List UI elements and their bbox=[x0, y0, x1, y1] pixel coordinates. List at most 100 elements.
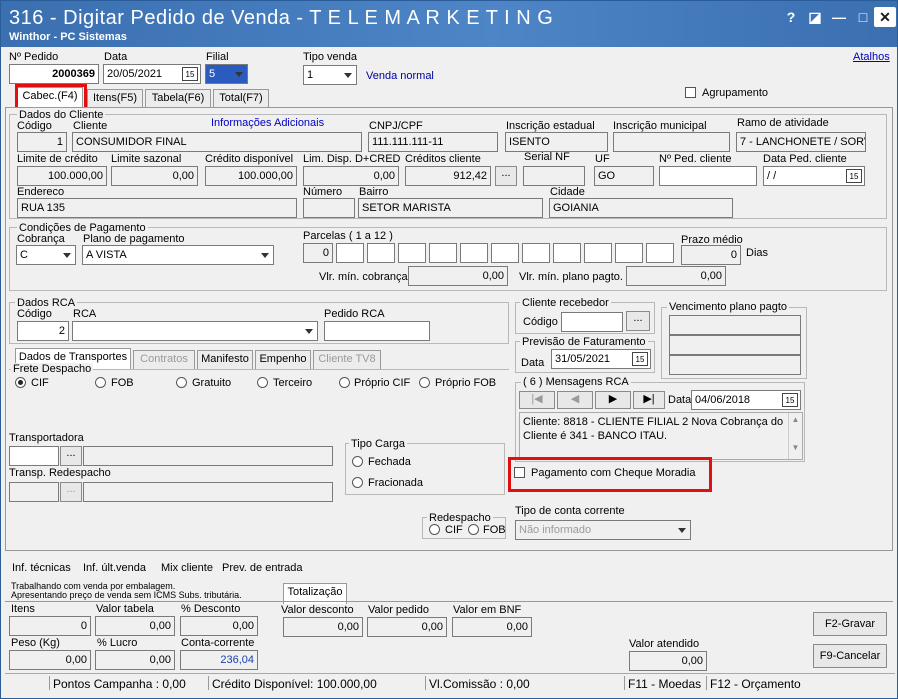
nav-next-button[interactable]: ▶ bbox=[595, 391, 631, 409]
maximize-icon[interactable]: □ bbox=[852, 7, 874, 27]
vlrtab-field[interactable]: 0,00 bbox=[95, 616, 175, 636]
rca-codigo-field[interactable]: 2 bbox=[17, 321, 69, 341]
sazonal-field[interactable]: 0,00 bbox=[111, 166, 198, 186]
calendar-icon[interactable]: 15 bbox=[846, 169, 862, 183]
prazo-field[interactable]: 0 bbox=[681, 245, 741, 265]
itens-field[interactable]: 0 bbox=[9, 616, 91, 636]
parcela-7-field[interactable] bbox=[491, 243, 519, 263]
bairro-field[interactable]: SETOR MARISTA bbox=[358, 198, 543, 218]
recebedor-lookup-button[interactable]: ... bbox=[626, 311, 650, 331]
restore-icon[interactable]: ◪ bbox=[804, 7, 826, 27]
nf-field[interactable] bbox=[523, 166, 585, 186]
creditos-lookup-button[interactable]: ... bbox=[495, 166, 517, 186]
close-icon[interactable]: ✕ bbox=[874, 7, 896, 27]
vlr-plano-field[interactable]: 0,00 bbox=[626, 266, 726, 286]
gravar-button[interactable]: F2-Gravar bbox=[813, 612, 887, 636]
vencimento-field-2[interactable] bbox=[669, 335, 801, 355]
btab-mix-cliente[interactable]: Mix cliente bbox=[161, 562, 213, 574]
info-adicionais-link[interactable]: Informações Adicionais bbox=[211, 117, 324, 129]
limite-field[interactable]: 100.000,00 bbox=[17, 166, 107, 186]
transportadora-lookup-button[interactable]: ... bbox=[60, 446, 82, 466]
carga-fracionada-radio[interactable] bbox=[352, 477, 363, 488]
parcela-4-field[interactable] bbox=[398, 243, 426, 263]
transportadora-nome-field[interactable] bbox=[83, 446, 333, 466]
atalhos-link[interactable]: Atalhos bbox=[853, 51, 890, 63]
ie-field[interactable]: ISENTO bbox=[505, 132, 608, 152]
tipo-venda-select[interactable]: 1 bbox=[303, 65, 357, 85]
endereco-field[interactable]: RUA 135 bbox=[17, 198, 297, 218]
parcela-11-field[interactable] bbox=[615, 243, 643, 263]
cobranca-select[interactable]: C bbox=[16, 245, 76, 265]
nav-first-button[interactable]: |◀ bbox=[519, 391, 555, 409]
parcela-1-field[interactable]: 0 bbox=[303, 243, 333, 263]
cnpj-field[interactable]: 111.111.111-11 bbox=[368, 132, 498, 152]
peso-field[interactable]: 0,00 bbox=[9, 650, 91, 670]
vencimento-field-3[interactable] bbox=[669, 355, 801, 375]
help-icon[interactable]: ? bbox=[780, 7, 802, 27]
nav-last-button[interactable]: ▶| bbox=[633, 391, 665, 409]
vencimento-field-1[interactable] bbox=[669, 315, 801, 335]
vlrdesc-field[interactable]: 0,00 bbox=[283, 617, 363, 637]
tab-tabela[interactable]: Tabela(F6) bbox=[145, 89, 211, 108]
calendar-icon[interactable]: 15 bbox=[632, 352, 648, 366]
im-field[interactable] bbox=[613, 132, 730, 152]
parcela-9-field[interactable] bbox=[553, 243, 581, 263]
parcela-10-field[interactable] bbox=[584, 243, 612, 263]
vlrped-field[interactable]: 0,00 bbox=[367, 617, 447, 637]
conta-select[interactable]: Não informado bbox=[515, 520, 691, 540]
parcela-8-field[interactable] bbox=[522, 243, 550, 263]
tab-itens[interactable]: Itens(F5) bbox=[87, 89, 143, 108]
redespacho-lookup-button[interactable]: ... bbox=[60, 482, 82, 502]
parcela-3-field[interactable] bbox=[367, 243, 395, 263]
carga-fechada-radio[interactable] bbox=[352, 456, 363, 467]
frete-gratuito-radio[interactable] bbox=[176, 377, 187, 388]
cliente-codigo-field[interactable]: 1 bbox=[17, 132, 67, 152]
transportadora-codigo-field[interactable] bbox=[9, 446, 59, 466]
redespacho-nome-field[interactable] bbox=[83, 482, 333, 502]
subtab-empenho[interactable]: Empenho bbox=[255, 350, 311, 369]
lucro-field[interactable]: 0,00 bbox=[95, 650, 175, 670]
frete-terceiro-radio[interactable] bbox=[257, 377, 268, 388]
agrupamento-checkbox[interactable] bbox=[685, 87, 696, 98]
filial-select[interactable]: 5 bbox=[205, 64, 248, 84]
redesp-fob-radio[interactable] bbox=[468, 524, 479, 535]
recebedor-codigo-field[interactable] bbox=[561, 312, 623, 332]
parcela-12-field[interactable] bbox=[646, 243, 674, 263]
plano-select[interactable]: A VISTA bbox=[82, 245, 274, 265]
btab-inf-tecnicas[interactable]: Inf. técnicas bbox=[12, 562, 71, 574]
minimize-icon[interactable]: — bbox=[828, 7, 850, 27]
frete-proprio-cif-radio[interactable] bbox=[339, 377, 350, 388]
redesp-cif-radio[interactable] bbox=[429, 524, 440, 535]
subtab-manifesto[interactable]: Manifesto bbox=[197, 350, 253, 369]
subtab-cliente-tv8[interactable]: Cliente TV8 bbox=[313, 350, 381, 369]
mensagens-scrollbar[interactable]: ▲ ▼ bbox=[788, 413, 802, 459]
rca-select[interactable] bbox=[72, 321, 318, 341]
uf-field[interactable]: GO bbox=[594, 166, 654, 186]
btab-prev-entrada[interactable]: Prev. de entrada bbox=[222, 562, 303, 574]
frete-fob-radio[interactable] bbox=[95, 377, 106, 388]
creditos-field[interactable]: 912,42 bbox=[405, 166, 491, 186]
pedido-rca-field[interactable] bbox=[324, 321, 430, 341]
credito-field[interactable]: 100.000,00 bbox=[205, 166, 297, 186]
cc-field[interactable]: 236,04 bbox=[180, 650, 258, 670]
calendar-icon[interactable]: 15 bbox=[182, 67, 198, 81]
cancelar-button[interactable]: F9-Cancelar bbox=[813, 644, 887, 668]
frete-proprio-fob-radio[interactable] bbox=[419, 377, 430, 388]
vlr-cob-field[interactable]: 0,00 bbox=[408, 266, 508, 286]
cliente-field[interactable]: CONSUMIDOR FINAL bbox=[72, 132, 362, 152]
frete-cif-radio[interactable] bbox=[15, 377, 26, 388]
cidade-field[interactable]: GOIANIA bbox=[549, 198, 733, 218]
desc-field[interactable]: 0,00 bbox=[180, 616, 258, 636]
parcela-6-field[interactable] bbox=[460, 243, 488, 263]
tab-total[interactable]: Total(F7) bbox=[213, 89, 269, 108]
subtab-contratos[interactable]: Contratos bbox=[133, 350, 195, 369]
limdisp-field[interactable]: 0,00 bbox=[303, 166, 399, 186]
num-pedido-field[interactable]: 2000369 bbox=[9, 64, 99, 84]
nav-prev-button[interactable]: ◀ bbox=[557, 391, 593, 409]
atendido-field[interactable]: 0,00 bbox=[629, 651, 707, 671]
ramo-field[interactable]: 7 - LANCHONETE / SORVE bbox=[736, 132, 866, 152]
parcela-2-field[interactable] bbox=[336, 243, 364, 263]
title-bar[interactable]: 316 - Digitar Pedido de Venda - T E L E … bbox=[1, 1, 897, 47]
parcela-5-field[interactable] bbox=[429, 243, 457, 263]
calendar-icon[interactable]: 15 bbox=[782, 393, 798, 407]
